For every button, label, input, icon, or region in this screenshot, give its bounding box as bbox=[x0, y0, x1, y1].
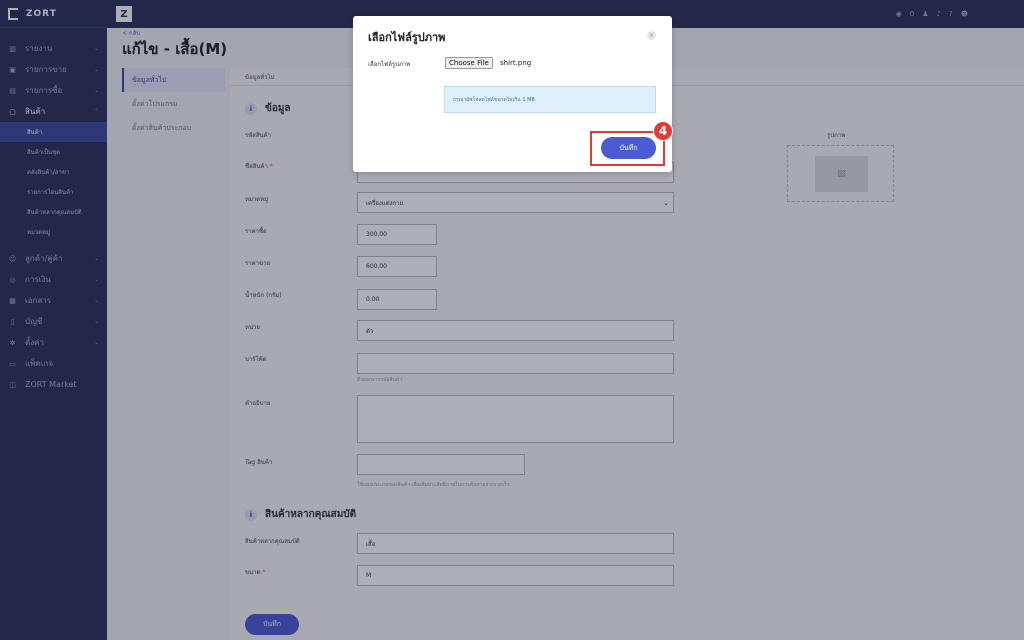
choose-file-button[interactable]: Choose File bbox=[445, 57, 493, 69]
modal-title: เลือกไฟล์รูปภาพ bbox=[368, 31, 446, 44]
close-icon[interactable]: × bbox=[647, 31, 656, 40]
upload-info-box: กรุณาอัพโหลดไฟล์ขนาดไม่เกิน 1 MB bbox=[444, 86, 656, 113]
selected-file-name: shirt.png bbox=[500, 59, 532, 67]
file-label: เลือกไฟล์รูปภาพ bbox=[368, 61, 411, 68]
step-badge: 4 bbox=[653, 121, 673, 141]
